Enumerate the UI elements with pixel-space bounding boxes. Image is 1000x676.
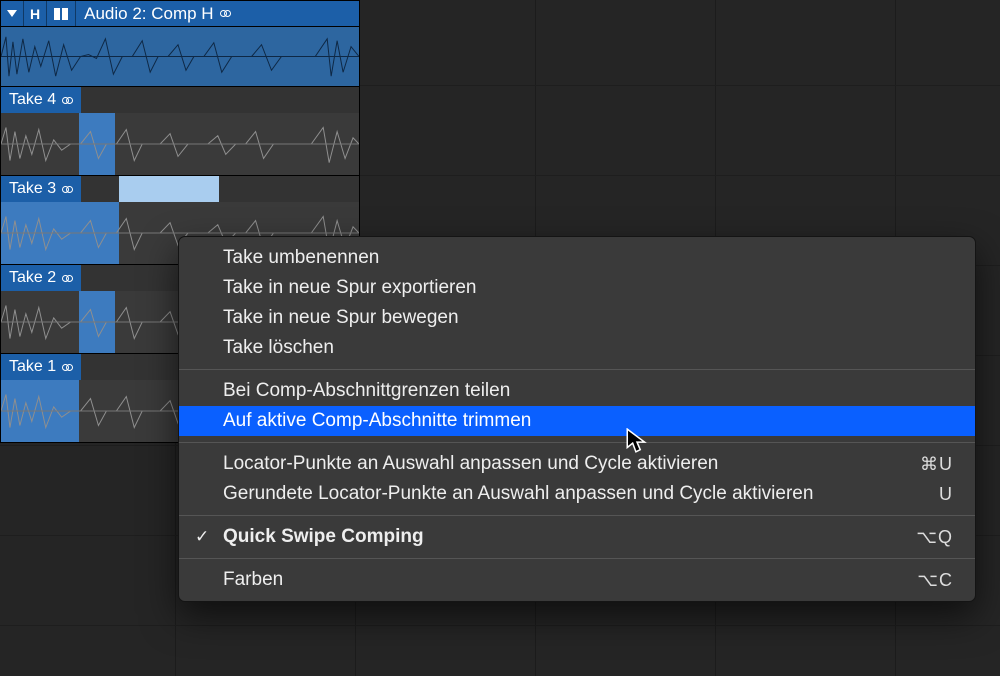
comp-letter-button[interactable]: H: [24, 1, 47, 26]
take-name-text: Take 4: [9, 91, 56, 109]
menu-item-shortcut: ⌘U: [920, 454, 953, 475]
stereo-icon: [62, 364, 73, 371]
menu-item[interactable]: Take in neue Spur exportieren: [179, 273, 975, 303]
menu-item-label: Take in neue Spur bewegen: [223, 307, 953, 329]
menu-item-label: Auf aktive Comp-Abschnitte trimmen: [223, 410, 953, 432]
menu-item[interactable]: Bei Comp-Abschnittgrenzen teilen: [179, 376, 975, 406]
menu-item-shortcut: U: [939, 484, 953, 505]
comp-title-text: Audio 2: Comp H: [84, 4, 213, 24]
menu-item-label: Quick Swipe Comping: [223, 526, 916, 548]
take-name-text: Take 3: [9, 180, 56, 198]
take-label-bar[interactable]: Take 3: [1, 176, 359, 202]
take-name[interactable]: Take 2: [1, 265, 81, 291]
comp-waveform[interactable]: [1, 27, 359, 87]
menu-item-label: Gerundete Locator-Punkte an Auswahl anpa…: [223, 483, 939, 505]
menu-item-label: Locator-Punkte an Auswahl anpassen und C…: [223, 453, 920, 475]
menu-item-label: Take in neue Spur exportieren: [223, 277, 953, 299]
menu-item[interactable]: Take löschen: [179, 333, 975, 363]
menu-separator: [179, 369, 975, 370]
menu-item-label: Farben: [223, 569, 917, 591]
menu-item-shortcut: ⌥C: [917, 570, 953, 591]
menu-item[interactable]: Farben⌥C: [179, 565, 975, 595]
quick-swipe-icon[interactable]: [47, 1, 76, 26]
menu-item-label: Bei Comp-Abschnittgrenzen teilen: [223, 380, 953, 402]
stereo-icon: [220, 10, 231, 17]
take-row[interactable]: Take 4: [1, 87, 359, 176]
menu-separator: [179, 558, 975, 559]
take-name[interactable]: Take 4: [1, 87, 81, 113]
menu-item[interactable]: Quick Swipe Comping⌥Q: [179, 522, 975, 552]
take-light-selection: [119, 176, 219, 202]
menu-item[interactable]: Take umbenennen: [179, 243, 975, 273]
menu-item-label: Take umbenennen: [223, 247, 953, 269]
comp-header[interactable]: H Audio 2: Comp H: [1, 1, 359, 27]
take-name[interactable]: Take 3: [1, 176, 81, 202]
take-name-text: Take 1: [9, 358, 56, 376]
take-label-bar[interactable]: Take 4: [1, 87, 359, 113]
comp-title[interactable]: Audio 2: Comp H: [76, 4, 359, 24]
stereo-icon: [62, 275, 73, 282]
disclosure-button[interactable]: [1, 1, 24, 26]
stereo-icon: [62, 186, 73, 193]
menu-separator: [179, 515, 975, 516]
menu-item[interactable]: Auf aktive Comp-Abschnitte trimmen: [179, 406, 975, 436]
menu-item-shortcut: ⌥Q: [916, 527, 953, 548]
take-name[interactable]: Take 1: [1, 354, 81, 380]
take-waveform[interactable]: [1, 113, 359, 175]
menu-item[interactable]: Locator-Punkte an Auswahl anpassen und C…: [179, 449, 975, 479]
context-menu[interactable]: Take umbenennen Take in neue Spur exporti…: [178, 236, 976, 602]
menu-item[interactable]: Take in neue Spur bewegen: [179, 303, 975, 333]
menu-item[interactable]: Gerundete Locator-Punkte an Auswahl anpa…: [179, 479, 975, 509]
chevron-down-icon: [7, 10, 17, 17]
stereo-icon: [62, 97, 73, 104]
take-name-text: Take 2: [9, 269, 56, 287]
menu-separator: [179, 442, 975, 443]
menu-item-label: Take löschen: [223, 337, 953, 359]
